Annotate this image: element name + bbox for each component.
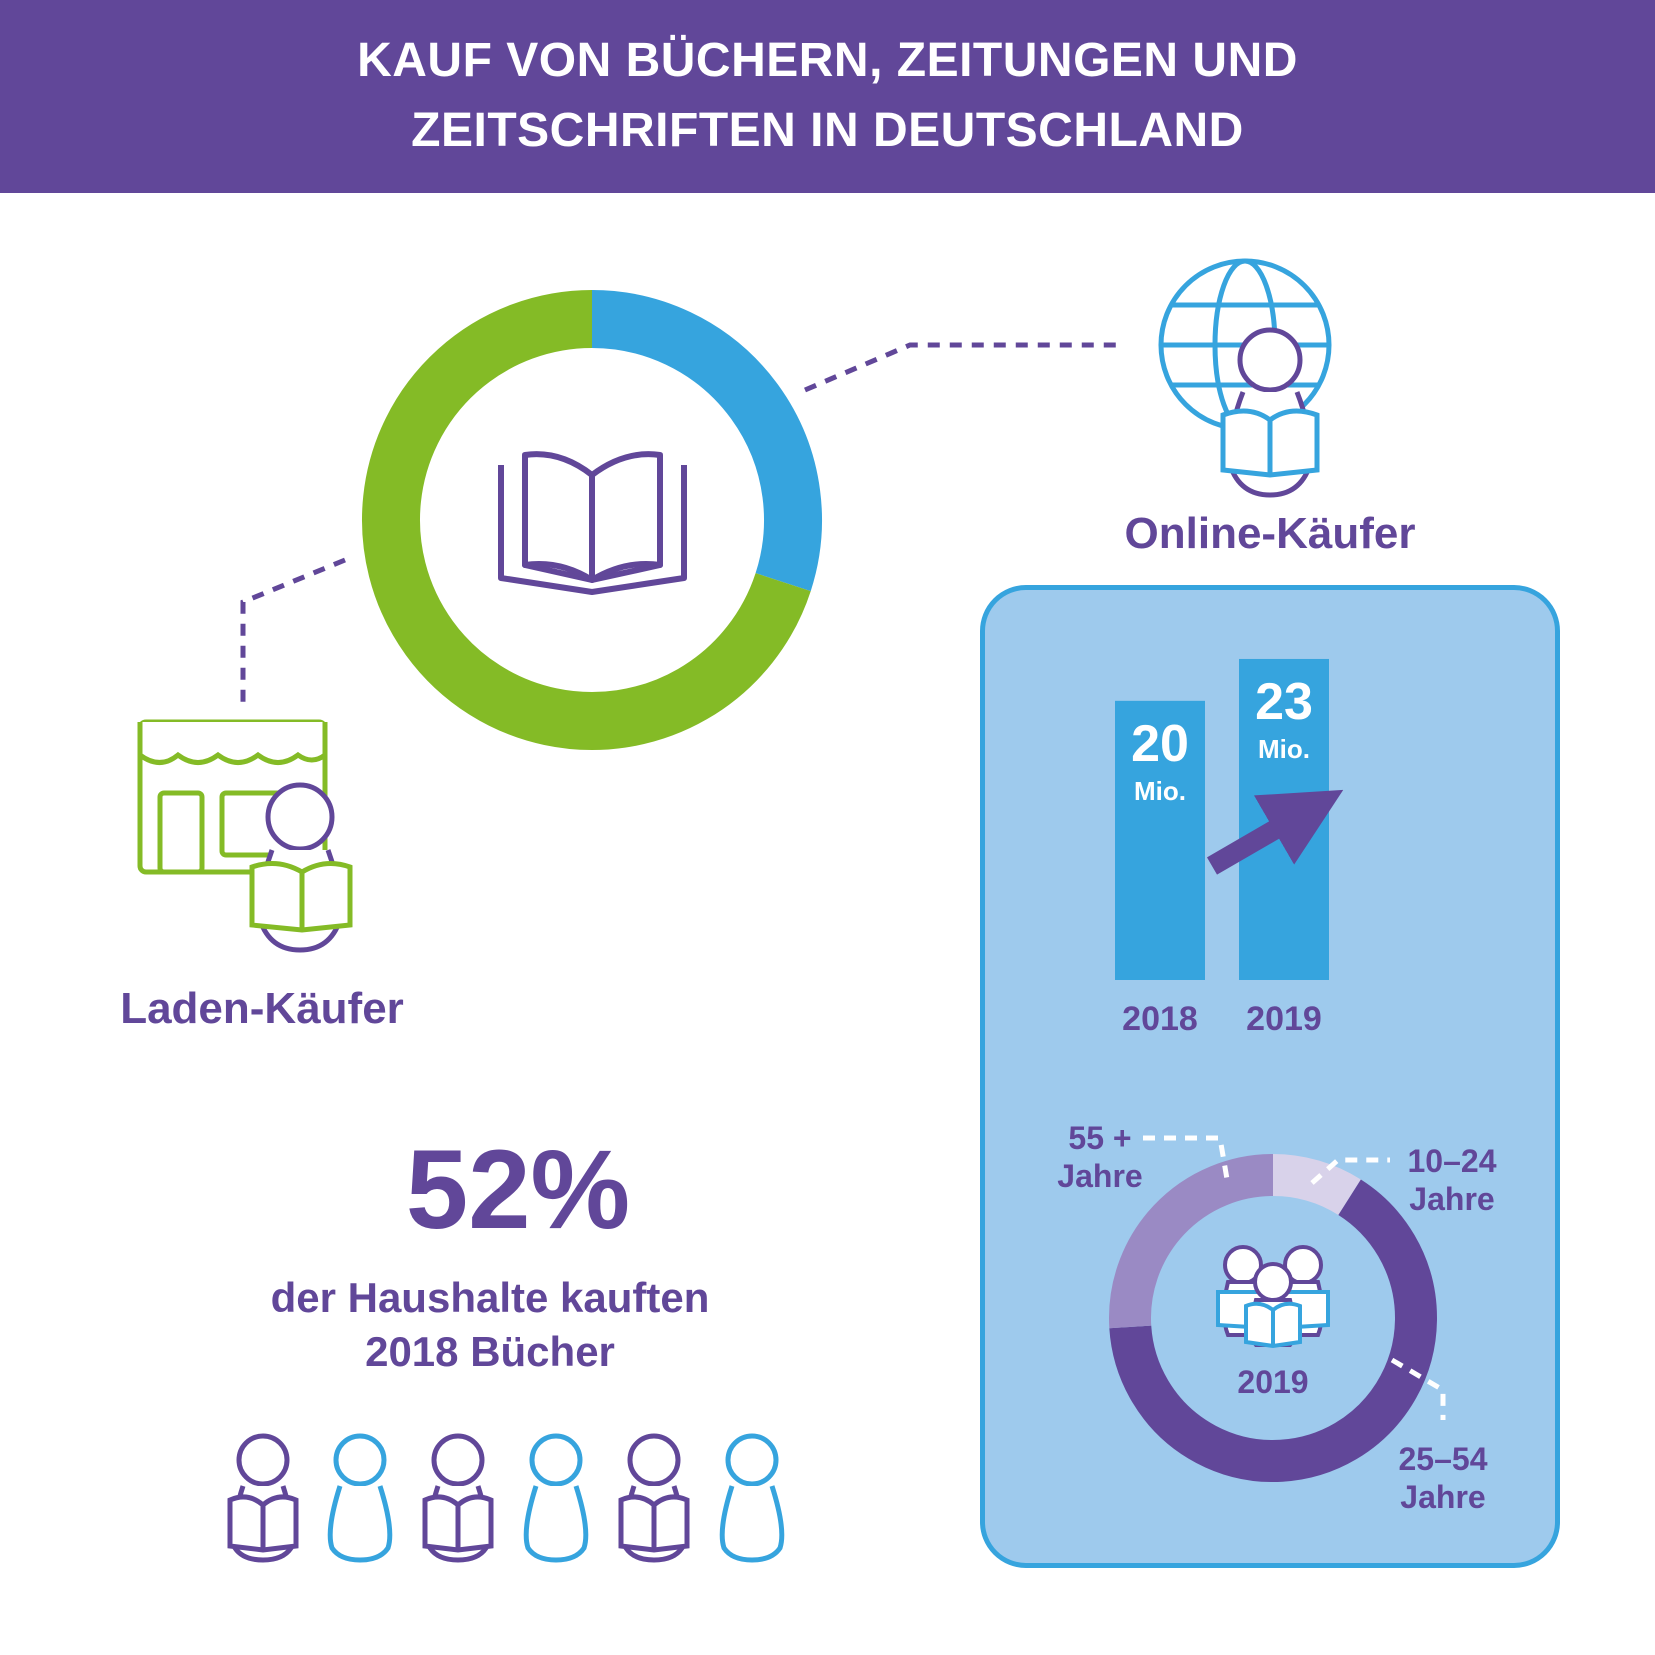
stat-percent: 52%	[406, 1127, 630, 1252]
bar-value-2018: 20	[1131, 715, 1189, 773]
bar-value-2019: 23	[1255, 673, 1313, 731]
store-buyers-label: Laden-Käufer	[120, 984, 404, 1033]
shop-reader-icon	[137, 719, 353, 953]
bar-unit-2019: Mio.	[1258, 734, 1310, 764]
stat-line-1: der Haushalte kauften	[271, 1274, 710, 1321]
stat-line-2: 2018 Bücher	[365, 1328, 615, 1375]
age-label-25-54-line2: Jahre	[1400, 1479, 1485, 1515]
bar-category-2019: 2019	[1246, 1000, 1322, 1038]
bar-unit-2018: Mio.	[1134, 776, 1186, 806]
age-label-10-24-line2: Jahre	[1409, 1181, 1494, 1217]
infographic: KAUF VON BÜCHERN, ZEITUNGEN UND ZEITSCHR…	[0, 0, 1655, 1655]
people-row	[227, 1433, 785, 1563]
online-bar-chart: 20Mio.201823Mio.2019	[1115, 658, 1329, 1038]
open-book-icon	[498, 451, 687, 595]
reader-person-icon	[618, 1433, 690, 1563]
graphics-layer: Online-Käufer Laden-Käufer 52% der Haush…	[120, 258, 1497, 1563]
connector-online	[804, 342, 1120, 393]
globe-reader-icon	[1158, 258, 1332, 498]
group-readers-icon	[1216, 1245, 1330, 1349]
age-donut-center-label: 2019	[1237, 1364, 1308, 1400]
person-icon	[719, 1433, 785, 1563]
person-icon	[523, 1433, 589, 1563]
online-buyers-label: Online-Käufer	[1125, 509, 1416, 558]
age-label-55plus-line2: Jahre	[1057, 1158, 1142, 1194]
bar-category-2018: 2018	[1122, 1000, 1198, 1038]
main-donut-slice-0	[591, 290, 822, 592]
age-label-10-24-line1: 10–24	[1408, 1143, 1497, 1179]
age-label-25-54-line1: 25–54	[1399, 1441, 1488, 1477]
connector-store	[240, 557, 346, 702]
person-icon	[327, 1433, 393, 1563]
reader-person-icon	[227, 1433, 299, 1563]
age-label-55plus-line1: 55 +	[1068, 1120, 1131, 1156]
reader-person-icon	[422, 1433, 494, 1563]
age-donut-slice-0	[1272, 1154, 1361, 1216]
